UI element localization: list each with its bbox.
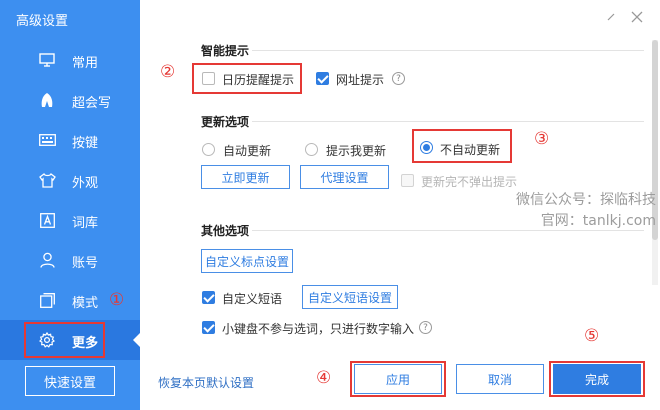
scrollbar[interactable]: [652, 40, 658, 285]
no-auto-update-radio[interactable]: [420, 141, 433, 154]
proxy-settings-button[interactable]: 代理设置: [300, 165, 389, 189]
custom-phrase-label: 自定义短语: [222, 292, 283, 306]
apply-button[interactable]: 应用: [354, 364, 442, 394]
calendar-reminder-checkbox[interactable]: [202, 72, 215, 85]
no-popup-label: 更新完不弹出提示: [421, 175, 518, 189]
update-now-button[interactable]: 立即更新: [201, 165, 290, 189]
user-icon: [38, 252, 56, 268]
shirt-icon: [38, 172, 56, 188]
no-popup-checkbox[interactable]: [401, 174, 414, 187]
prompt-update-radio[interactable]: [305, 143, 318, 156]
annotation-mark-4: ④: [316, 368, 332, 388]
divider: [252, 230, 644, 231]
auto-update-radio[interactable]: [202, 143, 215, 156]
sidebar-item-label: 常用: [72, 56, 99, 71]
keyboard-icon: [38, 132, 56, 148]
sidebar-item-label: 词库: [72, 216, 99, 231]
cancel-button[interactable]: 取消: [456, 364, 544, 394]
custom-phrase-settings-button[interactable]: 自定义短语设置: [302, 285, 398, 309]
active-indicator: [133, 333, 140, 347]
url-tip-label: 网址提示: [336, 73, 385, 87]
annotation-mark-3: ③: [534, 129, 550, 149]
watermark-line-2: 官网：tanlkj.com: [540, 213, 656, 229]
auto-update-label: 自动更新: [223, 144, 272, 158]
sidebar-item-label: 模式: [72, 296, 99, 311]
restore-defaults-link[interactable]: 恢复本页默认设置: [158, 374, 254, 391]
annotation-box-more: [24, 322, 105, 358]
custom-phrase-checkbox[interactable]: [202, 291, 215, 304]
pen-icon: [38, 92, 56, 108]
question-icon[interactable]: ?: [419, 321, 432, 334]
sidebar-item-appearance[interactable]: 外观: [0, 160, 140, 200]
calendar-reminder-label: 日历提醒提示: [222, 73, 295, 87]
dictionary-icon: [38, 212, 56, 228]
annotation-mark-2: ②: [160, 62, 176, 82]
sidebar-item-label: 账号: [72, 256, 99, 271]
custom-punct-button[interactable]: 自定义标点设置: [201, 249, 293, 273]
section-title-update: 更新选项: [201, 115, 250, 129]
divider: [252, 50, 644, 51]
sidebar-item-super-write[interactable]: 超会写: [0, 80, 140, 120]
keypad-checkbox[interactable]: [202, 321, 215, 334]
sidebar-item-dictionary[interactable]: 词库: [0, 200, 140, 240]
quick-settings-button[interactable]: 快速设置: [25, 366, 115, 396]
watermark-line-1: 微信公众号：探临科技: [516, 192, 656, 208]
sidebar-item-common[interactable]: 常用: [0, 40, 140, 80]
prompt-update-label: 提示我更新: [326, 144, 387, 158]
help-icon[interactable]: [604, 10, 618, 24]
done-button[interactable]: 完成: [553, 364, 641, 394]
sidebar-item-keys[interactable]: 按键: [0, 120, 140, 160]
sidebar-item-account[interactable]: 账号: [0, 240, 140, 280]
monitor-icon: [38, 52, 56, 68]
url-tip-checkbox[interactable]: [316, 72, 329, 85]
close-icon[interactable]: [630, 10, 644, 24]
annotation-mark-1: ①: [109, 290, 125, 310]
sidebar-item-label: 超会写: [72, 96, 112, 111]
annotation-mark-5: ⑤: [584, 326, 600, 346]
question-icon[interactable]: ?: [392, 72, 405, 85]
divider: [252, 121, 644, 122]
window-title: 高级设置: [16, 14, 69, 29]
sidebar-item-label: 按键: [72, 136, 99, 151]
mode-icon: [38, 292, 56, 308]
sidebar-item-label: 外观: [72, 176, 99, 191]
keypad-label: 小键盘不参与选词，只进行数字输入: [222, 322, 415, 336]
no-auto-update-label: 不自动更新: [440, 143, 501, 157]
section-title-smart-tips: 智能提示: [201, 44, 250, 58]
section-title-other: 其他选项: [201, 224, 250, 238]
